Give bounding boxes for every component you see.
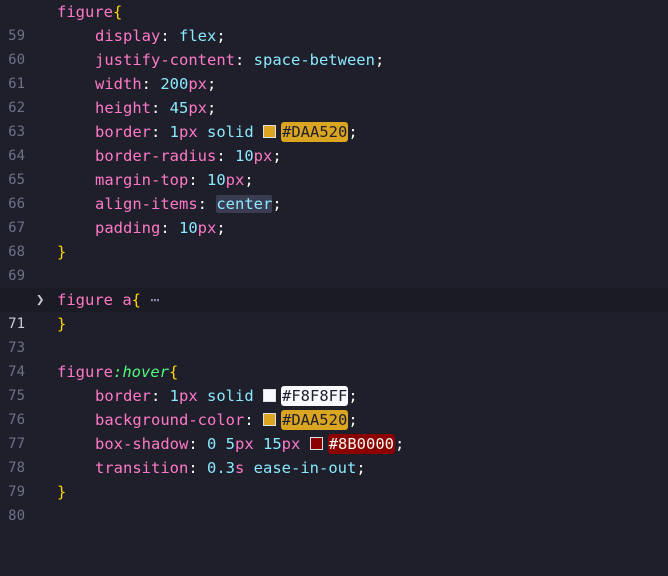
code-text: box-shadow: 0 5px 15px #8B0000; — [95, 434, 405, 454]
code-line[interactable]: 62 width: 200px; — [0, 72, 668, 116]
code-line[interactable]: 80 } — [0, 480, 668, 524]
code-text: } — [57, 243, 67, 261]
code-editor[interactable]: 59 figure{ 60 display: flex; 61 justify-… — [0, 0, 668, 524]
color-value: #F8F8FF — [281, 386, 349, 406]
code-text: figure{ — [57, 3, 123, 21]
code-line[interactable]: 70 — [0, 264, 668, 308]
code-line[interactable]: 78 box-shadow: 0 5px 15px #8B0000; — [0, 432, 668, 476]
code-line[interactable]: 79 transition: 0.3s ease-in-out; — [0, 456, 668, 500]
color-value: #DAA520 — [280, 410, 349, 430]
code-line[interactable]: 66 margin-top: 10px; — [0, 168, 668, 212]
code-line[interactable]: 73 } — [0, 312, 668, 356]
code-text: border: 1px solid #DAA520; — [95, 122, 358, 142]
code-line[interactable]: 59 figure{ — [0, 0, 668, 44]
code-line[interactable]: 74 — [0, 336, 668, 380]
code-line[interactable]: 68 padding: 10px; — [0, 216, 668, 260]
code-text: figure:hover{ — [57, 363, 179, 381]
code-text: margin-top: 10px; — [95, 171, 254, 189]
code-line[interactable]: 61 justify-content: space-between; — [0, 48, 668, 92]
code-text: height: 45px; — [95, 99, 217, 117]
color-value: #8B0000 — [327, 434, 396, 454]
code-text: padding: 10px; — [95, 219, 226, 237]
code-line[interactable]: 75 figure:hover{ — [0, 360, 668, 404]
code-text: border-radius: 10px; — [95, 147, 282, 165]
code-text: } — [57, 483, 67, 501]
chevron-right-icon[interactable]: ❯ — [36, 288, 44, 312]
code-text: display: flex; — [95, 27, 226, 45]
line-number: 80 — [8, 508, 25, 524]
color-value: #DAA520 — [281, 122, 349, 142]
code-line[interactable]: 76 border: 1px solid #F8F8FF; — [0, 384, 668, 428]
code-text: figure a{ ⋯ — [57, 291, 160, 309]
code-text: } — [57, 315, 67, 333]
color-swatch-icon[interactable] — [309, 437, 323, 450]
color-swatch-icon[interactable] — [263, 125, 277, 138]
code-text: justify-content: space-between; — [95, 51, 385, 69]
code-line[interactable]: 67 align-items: center; — [0, 192, 668, 236]
code-text: align-items: center; — [95, 195, 282, 213]
code-text: transition: 0.3s ease-in-out; — [95, 459, 366, 477]
code-text: width: 200px; — [95, 75, 217, 93]
code-line[interactable]: 77 background-color: #DAA520; — [0, 408, 668, 452]
color-swatch-icon[interactable] — [263, 389, 277, 402]
code-line-current[interactable]: 71 ❯ figure a{ ⋯ — [0, 288, 668, 332]
code-line[interactable]: 64 border: 1px solid #DAA520; — [0, 120, 668, 164]
code-text: border: 1px solid #F8F8FF; — [95, 386, 358, 406]
code-line[interactable]: 69 } — [0, 240, 668, 284]
code-line[interactable]: 65 border-radius: 10px; — [0, 144, 668, 188]
highlighted-word: center — [216, 195, 273, 213]
code-line[interactable]: 60 display: flex; — [0, 24, 668, 68]
color-swatch-icon[interactable] — [262, 413, 276, 426]
code-line[interactable]: 63 height: 45px; — [0, 96, 668, 140]
code-text: background-color: #DAA520; — [95, 410, 358, 430]
